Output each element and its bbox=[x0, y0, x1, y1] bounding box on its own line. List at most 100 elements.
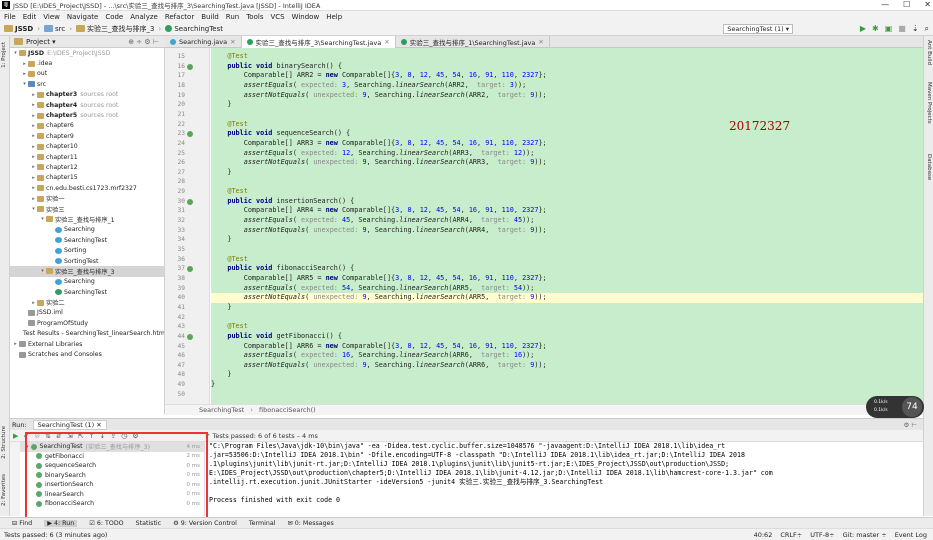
tool-window-button[interactable]: ☑ 6: TODO bbox=[89, 520, 123, 527]
tool-window-button[interactable]: ✉ 0: Messages bbox=[287, 520, 333, 527]
tree-item[interactable]: ▸ chapter15 bbox=[10, 173, 164, 183]
panel-settings-icon[interactable]: ⊕ ÷ ⚙ ⊢ bbox=[128, 38, 159, 46]
tree-item[interactable]: Sorting bbox=[10, 245, 164, 255]
tool-window-button[interactable]: ⚙ 9: Version Control bbox=[173, 520, 237, 527]
menu-help[interactable]: Help bbox=[326, 13, 342, 21]
close-tab-icon[interactable]: ✕ bbox=[538, 38, 543, 46]
code-line[interactable]: 40 assertNotEquals( unexpected: 9, Searc… bbox=[178, 293, 923, 303]
menu-code[interactable]: Code bbox=[105, 13, 123, 21]
crumb-src[interactable]: src bbox=[44, 25, 65, 33]
menu-file[interactable]: File bbox=[4, 13, 16, 21]
vcs-update-icon[interactable]: ⇣ bbox=[912, 24, 919, 34]
expand-arrow-icon[interactable]: ▸ bbox=[30, 133, 37, 139]
code-line[interactable]: 33 assertNotEquals( unexpected: 9, Searc… bbox=[178, 226, 923, 236]
expand-arrow-icon[interactable]: ▾ bbox=[12, 50, 19, 56]
close-button[interactable]: ✕ bbox=[924, 0, 931, 9]
close-tab-icon[interactable]: ✕ bbox=[384, 38, 389, 46]
code-line[interactable]: 38 Comparable[] ARR5 = new Comparable[]{… bbox=[178, 274, 923, 284]
tree-item[interactable]: ▸ chapter11 bbox=[10, 152, 164, 162]
project-view-select[interactable]: Project ▾ bbox=[26, 38, 56, 46]
menu-build[interactable]: Build bbox=[201, 13, 219, 21]
status-item[interactable]: CRLF÷ bbox=[780, 531, 802, 539]
expand-arrow-icon[interactable]: ▸ bbox=[30, 196, 37, 202]
expand-arrow-icon[interactable]: ▾ bbox=[21, 81, 28, 87]
code-line[interactable]: 20 } bbox=[178, 100, 923, 110]
tree-item[interactable]: ▸ 实验二 bbox=[10, 297, 164, 307]
code-editor[interactable]: 15 @Test 16 public void binarySearch() {1… bbox=[165, 48, 923, 404]
expand-arrow-icon[interactable]: ▸ bbox=[30, 164, 37, 170]
debug-icon[interactable]: ✱ bbox=[872, 24, 879, 34]
expand-arrow-icon[interactable]: ▸ bbox=[30, 102, 37, 108]
status-item[interactable]: 40:62 bbox=[754, 531, 773, 539]
code-line[interactable]: 37 public void fibonacciSearch() { bbox=[178, 264, 923, 274]
code-line[interactable]: 32 assertEquals( expected: 45, Searching… bbox=[178, 216, 923, 226]
status-item[interactable]: Event Log bbox=[895, 531, 927, 539]
ant-build-tool-button[interactable]: Ant Build bbox=[926, 40, 932, 65]
expand-arrow-icon[interactable]: ▸ bbox=[21, 61, 28, 67]
tree-item[interactable]: Test Results - SearchingTest_linearSearc… bbox=[10, 329, 164, 339]
expand-arrow-icon[interactable]: ▸ bbox=[30, 300, 37, 306]
favorites-tool-button[interactable]: 2: Favorites bbox=[1, 474, 7, 506]
expand-arrow-icon[interactable]: ▾ bbox=[30, 206, 37, 212]
run-test-gutter-icon[interactable] bbox=[187, 198, 193, 205]
tree-item[interactable]: Searching bbox=[10, 277, 164, 287]
status-item[interactable]: Git: master ÷ bbox=[843, 531, 887, 539]
crumb-project[interactable]: JSSD bbox=[4, 25, 33, 33]
maven-projects-tool-button[interactable]: Maven Projects bbox=[926, 82, 932, 124]
tool-window-button[interactable]: Terminal bbox=[249, 520, 276, 527]
code-line[interactable]: 26 assertNotEquals( unexpected: 9, Searc… bbox=[178, 158, 923, 168]
project-tool-button[interactable]: 1: Project bbox=[1, 42, 7, 68]
tree-item[interactable]: ▸ .idea bbox=[10, 58, 164, 68]
code-line[interactable]: 45 Comparable[] ARR6 = new Comparable[]{… bbox=[178, 342, 923, 352]
code-line[interactable]: 44 public void getFibonacci() { bbox=[178, 332, 923, 342]
tree-item[interactable]: ▾ 实验三_查找与排序_3 bbox=[10, 266, 164, 277]
tree-item[interactable]: ▸ chapter4 sources root bbox=[10, 100, 164, 110]
maximize-button[interactable]: ☐ bbox=[903, 0, 910, 9]
structure-tool-button[interactable]: 2: Structure bbox=[1, 426, 7, 459]
code-line[interactable]: 22 @Test bbox=[178, 120, 923, 130]
code-line[interactable]: 49} bbox=[178, 380, 923, 390]
expand-arrow-icon[interactable]: ▸ bbox=[30, 175, 37, 181]
run-config-select[interactable]: SearchingTest (1) ▾ bbox=[723, 24, 793, 34]
tree-item[interactable]: ▸ chapter10 bbox=[10, 142, 164, 152]
code-line[interactable]: 17 Comparable[] ARR2 = new Comparable[]{… bbox=[178, 71, 923, 81]
expand-arrow-icon[interactable]: ▸ bbox=[30, 185, 37, 191]
code-line[interactable]: 43 @Test bbox=[178, 322, 923, 332]
code-line[interactable]: 18 assertEquals( expected: 3, Searching.… bbox=[178, 81, 923, 91]
expand-arrow-icon[interactable]: ▸ bbox=[21, 71, 28, 77]
editor-tab[interactable]: 实验三_查找与排序_3\SearchingTest.java ✕ bbox=[241, 36, 396, 48]
close-tab-icon[interactable]: ✕ bbox=[230, 38, 235, 46]
code-line[interactable]: 21 bbox=[178, 110, 923, 120]
tool-window-button[interactable]: ▶ 4: Run bbox=[44, 519, 78, 527]
tree-item[interactable]: ▸ chapter9 bbox=[10, 131, 164, 141]
editor-tab[interactable]: Searching.java ✕ bbox=[165, 36, 242, 48]
tool-window-button[interactable]: Statistic bbox=[136, 520, 162, 527]
tree-item[interactable]: ▾ 实验三 bbox=[10, 204, 164, 214]
code-line[interactable]: 34 } bbox=[178, 235, 923, 245]
console-output[interactable]: "C:\Program Files\Java\jdk-10\bin\java" … bbox=[206, 442, 906, 516]
tree-item[interactable]: ProgramOfStudy bbox=[10, 318, 164, 328]
code-line[interactable]: 28 bbox=[178, 177, 923, 187]
code-line[interactable]: 16 public void binarySearch() { bbox=[178, 62, 923, 72]
expand-arrow-icon[interactable]: ▸ bbox=[30, 113, 37, 119]
crumb-package[interactable]: 实验三_查找与排序_3 bbox=[76, 24, 155, 34]
rerun-icon[interactable]: ▶ bbox=[13, 432, 18, 440]
expand-arrow-icon[interactable]: ▸ bbox=[30, 144, 37, 150]
menu-edit[interactable]: Edit bbox=[23, 13, 37, 21]
code-line[interactable]: 19 assertNotEquals( unexpected: 9, Searc… bbox=[178, 91, 923, 101]
tree-item[interactable]: ▾ 实验三_查找与排序_1 bbox=[10, 214, 164, 224]
code-line[interactable]: 23 public void sequenceSearch() { bbox=[178, 129, 923, 139]
minimize-button[interactable]: — bbox=[881, 0, 889, 9]
run-icon[interactable]: ▶ bbox=[860, 24, 866, 34]
editor-tab[interactable]: 实验三_查找与排序_1\SearchingTest.java ✕ bbox=[396, 36, 550, 48]
tree-item[interactable]: ▸ chapter5 sources root bbox=[10, 110, 164, 120]
coverage-icon[interactable]: ▣ bbox=[885, 24, 893, 34]
tree-item[interactable]: ▸ out bbox=[10, 69, 164, 79]
code-line[interactable]: 36 @Test bbox=[178, 255, 923, 265]
code-line[interactable]: 27 } bbox=[178, 168, 923, 178]
code-line[interactable]: 30 public void insertionSearch() { bbox=[178, 197, 923, 207]
search-icon[interactable]: ⌕ bbox=[925, 24, 929, 34]
tree-item[interactable]: ▾ JSSD E:\IDES_Project\JSSD bbox=[10, 48, 164, 58]
expand-arrow-icon[interactable]: ▸ bbox=[30, 123, 37, 129]
menu-run[interactable]: Run bbox=[226, 13, 239, 21]
